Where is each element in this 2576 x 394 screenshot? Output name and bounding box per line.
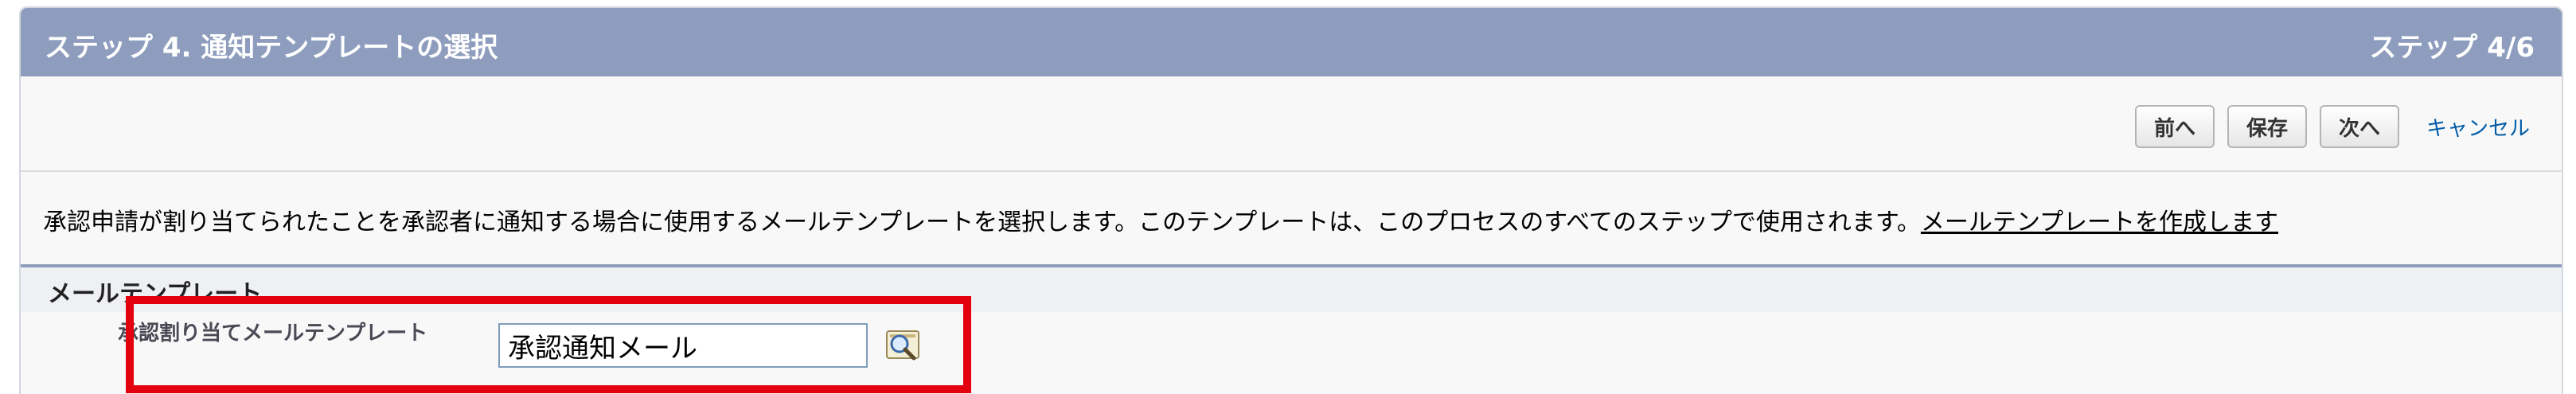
highlight-box [126, 296, 971, 393]
divider [21, 170, 2562, 172]
page-title: ステップ 4. 通知テンプレートの選択 [45, 32, 498, 64]
cancel-link[interactable]: キャンセル [2426, 112, 2530, 142]
step-indicator: ステップ 4/6 [2369, 32, 2535, 64]
step-header: ステップ 4. 通知テンプレートの選択 ステップ 4/6 [21, 8, 2562, 76]
button-bar: 前へ 保存 次へ キャンセル [2134, 103, 2530, 150]
next-button[interactable]: 次へ [2319, 105, 2399, 148]
description-body: 承認申請が割り当てられたことを承認者に通知する場合に使用するメールテンプレートを… [43, 209, 1921, 236]
create-template-link[interactable]: メールテンプレートを作成します [1921, 209, 2278, 236]
prev-button[interactable]: 前へ [2134, 105, 2215, 148]
save-button[interactable]: 保存 [2227, 105, 2307, 148]
description-text: 承認申請が割り当てられたことを承認者に通知する場合に使用するメールテンプレートを… [43, 202, 2546, 237]
